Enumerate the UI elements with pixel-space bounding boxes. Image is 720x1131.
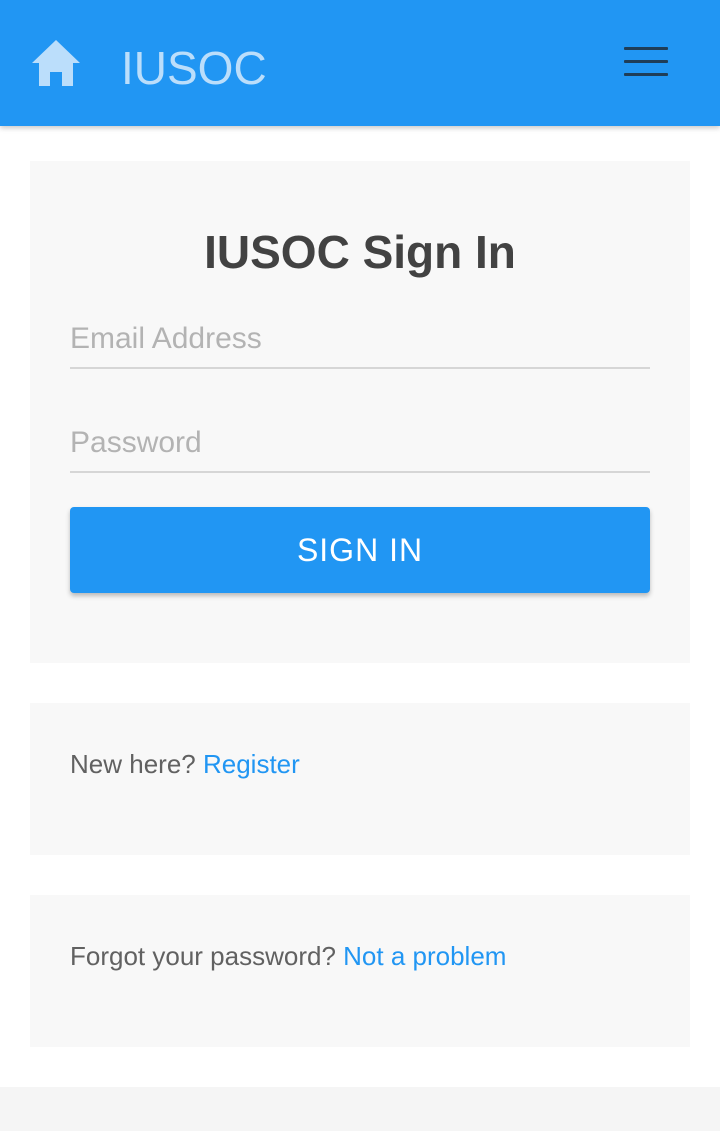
signin-card: IUSOC Sign In SIGN IN <box>30 161 690 663</box>
home-button[interactable] <box>28 36 84 90</box>
password-field[interactable] <box>70 415 650 473</box>
email-field[interactable] <box>70 311 650 369</box>
register-note: New here? Register <box>70 747 300 781</box>
forgot-password-prompt: Forgot your password? <box>70 941 336 971</box>
register-link[interactable]: Register <box>203 749 300 779</box>
brand-title[interactable]: IUSOC <box>121 40 267 96</box>
register-card: New here? Register <box>30 703 690 855</box>
hamburger-menu-icon <box>624 47 668 50</box>
menu-button[interactable] <box>618 40 674 86</box>
forgot-password-note: Forgot your password? Not a problem <box>70 939 506 973</box>
forgot-password-card: Forgot your password? Not a problem <box>30 895 690 1047</box>
home-icon <box>32 40 80 86</box>
sign-in-button[interactable]: SIGN IN <box>70 507 650 593</box>
register-prompt: New here? <box>70 749 196 779</box>
page-footer <box>0 1087 720 1131</box>
page-title: IUSOC Sign In <box>204 226 516 278</box>
top-navbar: IUSOC <box>0 0 720 126</box>
forgot-password-link[interactable]: Not a problem <box>343 941 506 971</box>
